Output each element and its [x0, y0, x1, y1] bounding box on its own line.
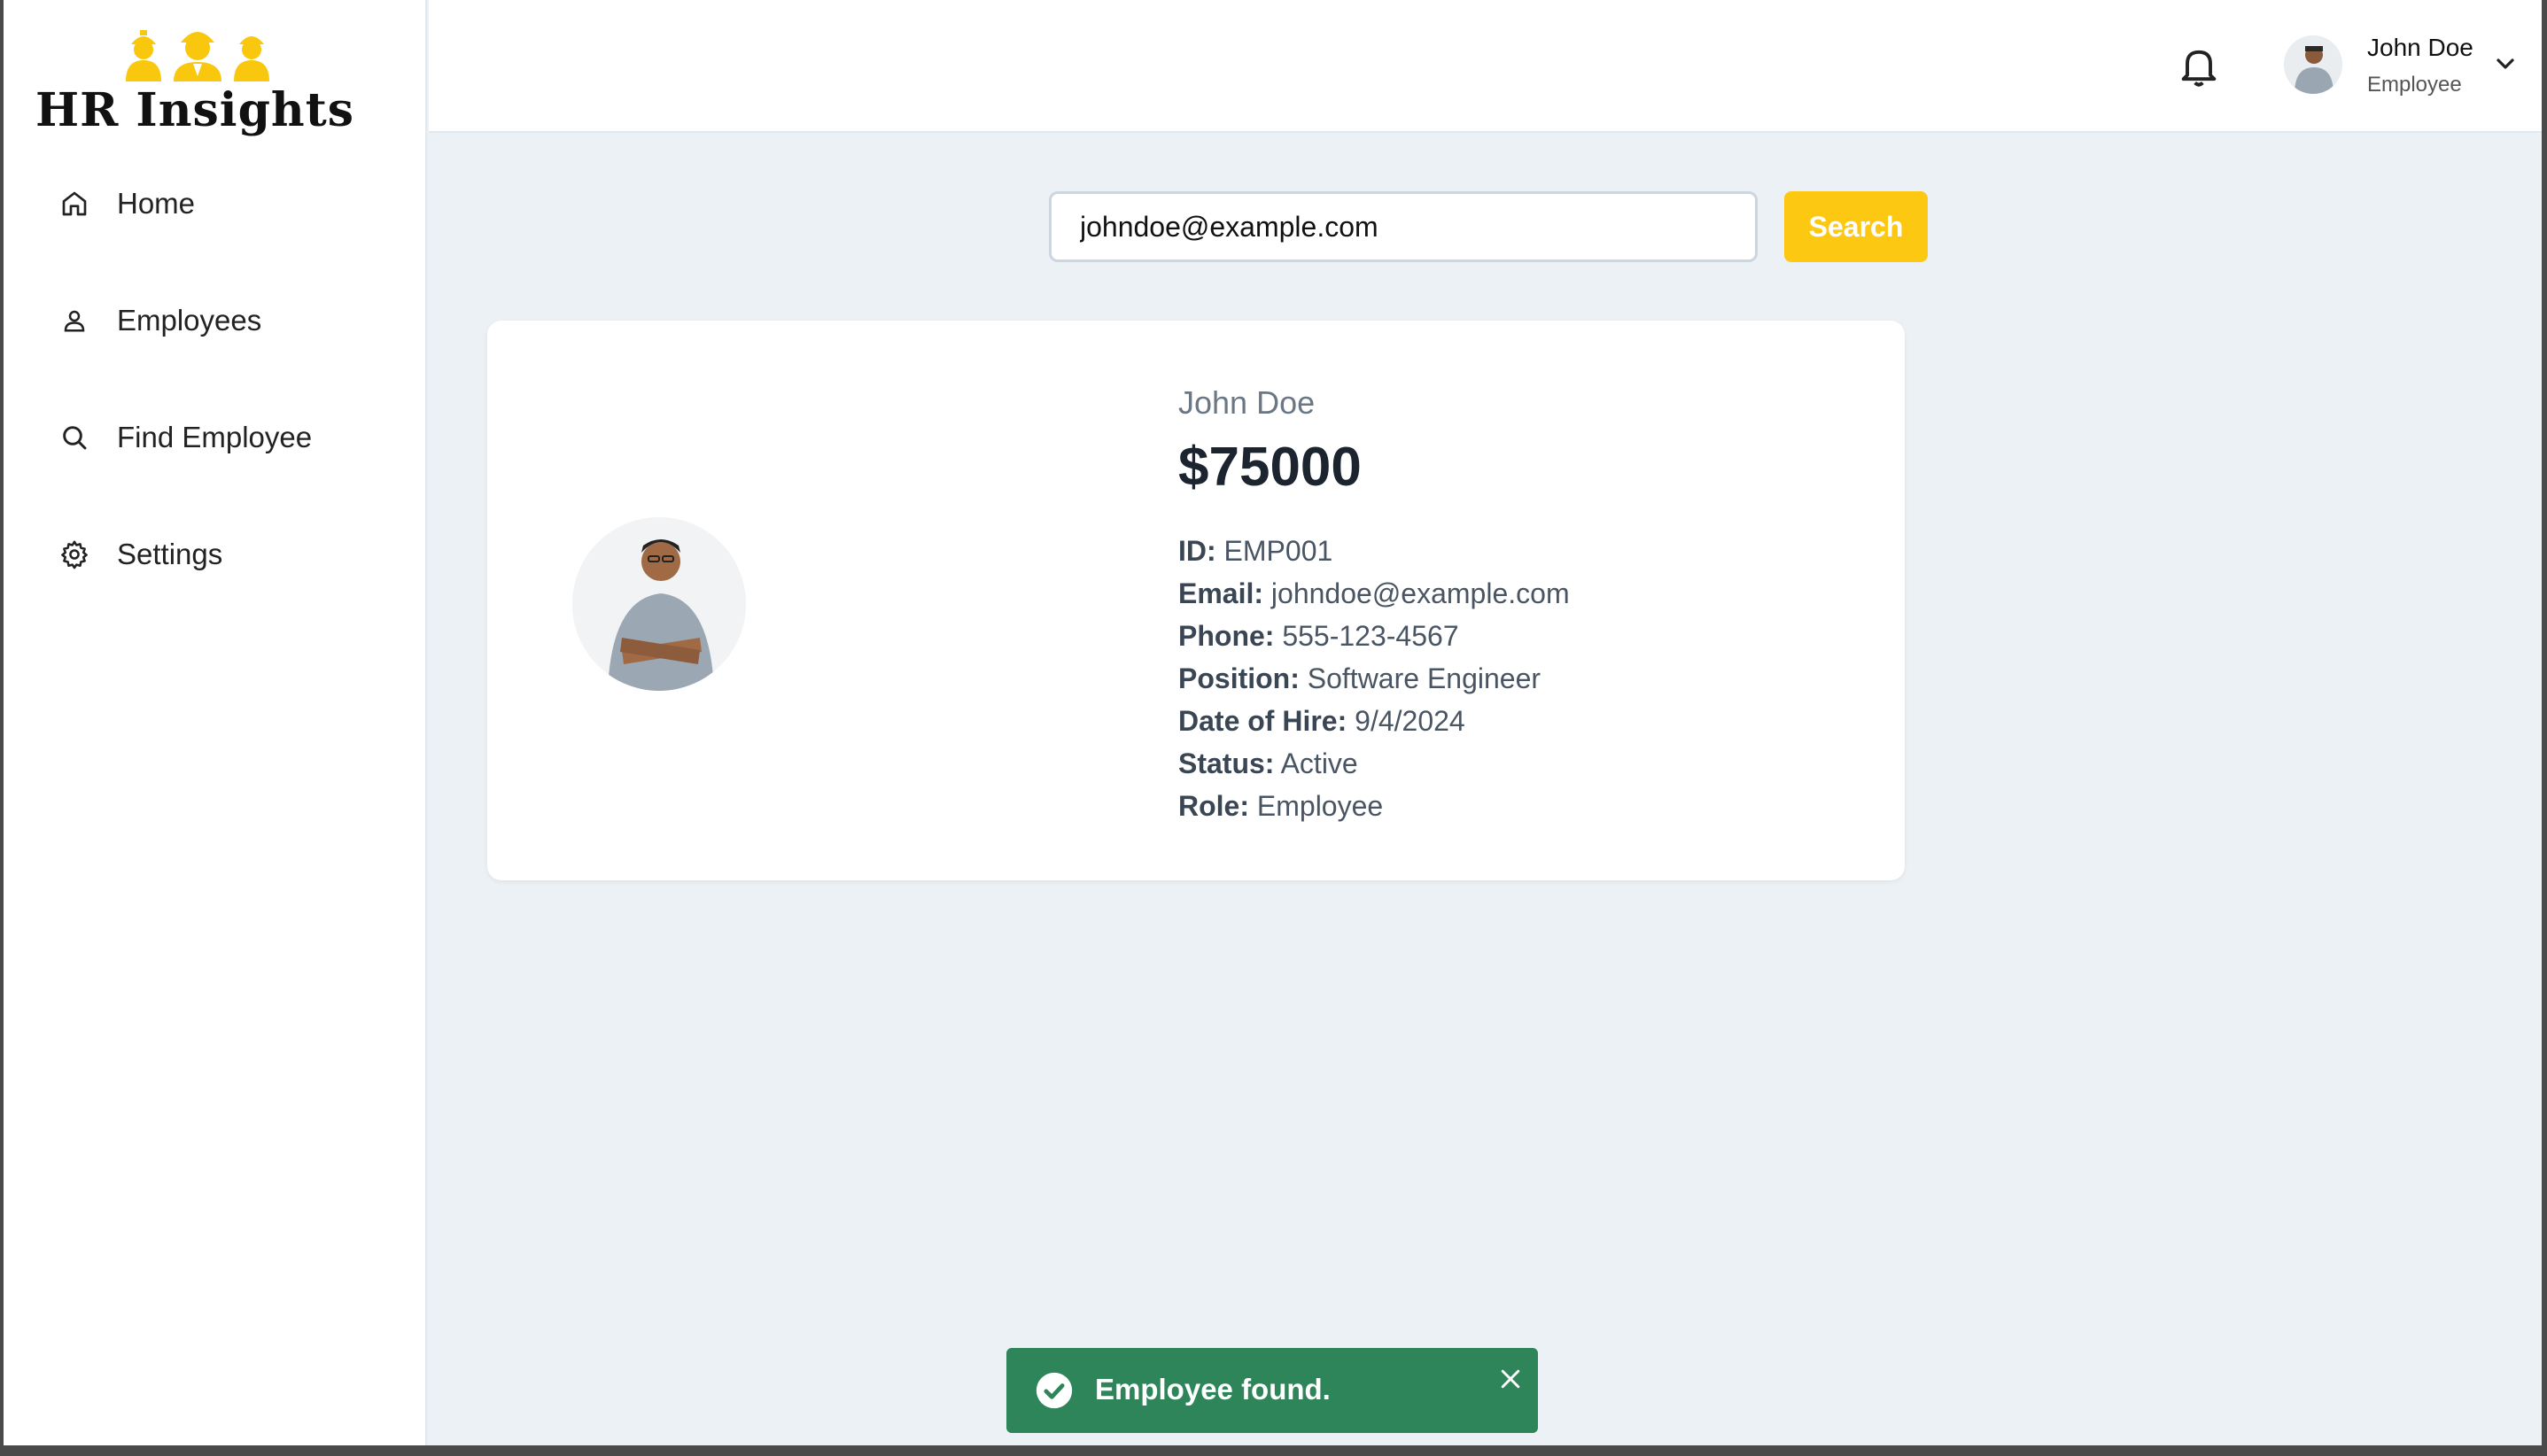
detail-id: ID: EMP001 — [1178, 530, 1570, 572]
employee-card: John Doe $75000 ID: EMP001 Email: johndo… — [487, 321, 1905, 880]
detail-value: 9/4/2024 — [1355, 705, 1465, 737]
search-button[interactable]: Search — [1784, 191, 1928, 262]
app-logo-text: HR Insights — [35, 83, 355, 137]
header-user-name: John Doe — [2367, 34, 2473, 61]
sidebar-item-home[interactable]: Home — [57, 168, 393, 239]
detail-label: Role: — [1178, 790, 1249, 822]
detail-label: Email: — [1178, 577, 1264, 609]
employee-salary: $75000 — [1178, 437, 1362, 498]
detail-value: johndoe@example.com — [1270, 577, 1570, 609]
detail-value: Active — [1280, 747, 1358, 779]
detail-date-of-hire: Date of Hire: 9/4/2024 — [1178, 700, 1570, 742]
sidebar: HR Insights Home Employees Find Employee… — [4, 0, 427, 1445]
success-toast: Employee found. — [1006, 1348, 1538, 1433]
sidebar-item-settings[interactable]: Settings — [57, 519, 393, 590]
detail-role: Role: Employee — [1178, 785, 1570, 827]
avatar[interactable] — [2284, 35, 2342, 94]
bell-icon[interactable] — [2176, 43, 2222, 89]
workers-logo-icon — [126, 30, 269, 81]
sidebar-item-label: Settings — [117, 538, 223, 570]
sidebar-item-label: Employees — [117, 304, 262, 337]
employee-name: John Doe — [1178, 384, 1316, 421]
detail-email: Email: johndoe@example.com — [1178, 572, 1570, 615]
user-icon — [57, 303, 92, 338]
detail-label: Phone: — [1178, 620, 1275, 652]
chevron-down-icon[interactable] — [2491, 50, 2520, 78]
detail-position: Position: Software Engineer — [1178, 657, 1570, 700]
detail-value: Employee — [1256, 790, 1384, 822]
sidebar-item-employees[interactable]: Employees — [57, 285, 393, 356]
gear-icon — [57, 537, 92, 572]
detail-status: Status: Active — [1178, 742, 1570, 785]
header-user-role: Employee — [2367, 73, 2462, 97]
search-input[interactable] — [1049, 191, 1758, 262]
detail-phone: Phone: 555-123-4567 — [1178, 615, 1570, 657]
toast-message: Employee found. — [1095, 1373, 1331, 1406]
detail-label: Position: — [1178, 662, 1300, 694]
employee-details: ID: EMP001 Email: johndoe@example.com Ph… — [1178, 530, 1570, 827]
sidebar-item-label: Home — [117, 187, 196, 220]
top-header: John Doe Employee — [429, 0, 2542, 133]
employee-photo — [572, 517, 746, 691]
detail-label: Date of Hire: — [1178, 705, 1347, 737]
sidebar-item-find-employee[interactable]: Find Employee — [57, 402, 393, 473]
detail-value: 555-123-4567 — [1282, 620, 1459, 652]
check-circle-icon — [1036, 1372, 1073, 1409]
detail-label: ID: — [1178, 535, 1216, 567]
home-icon — [57, 186, 92, 221]
sidebar-item-label: Find Employee — [117, 421, 313, 453]
detail-value: EMP001 — [1223, 535, 1333, 567]
detail-value: Software Engineer — [1307, 662, 1541, 694]
search-icon — [57, 420, 92, 455]
app-window: HR Insights Home Employees Find Employee… — [4, 0, 2542, 1445]
detail-label: Status: — [1178, 747, 1275, 779]
close-icon[interactable] — [1497, 1366, 1524, 1392]
